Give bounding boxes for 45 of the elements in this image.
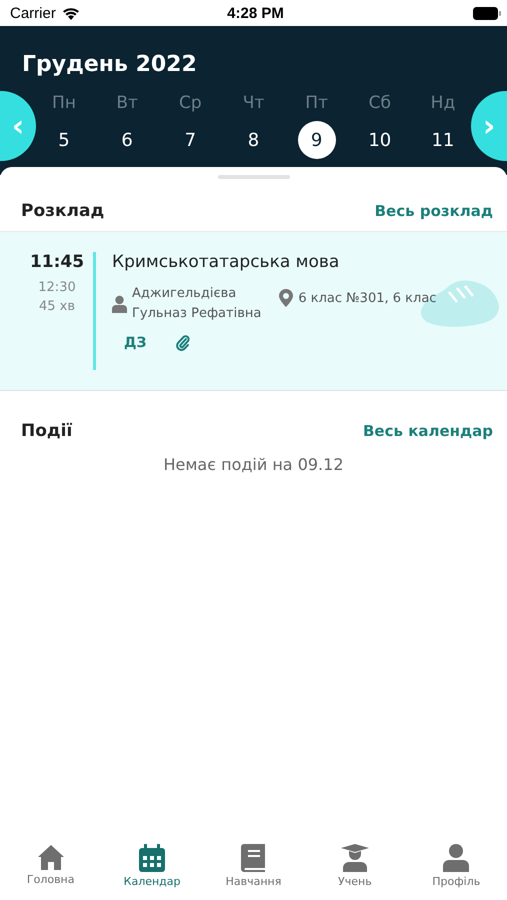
- empty-events-message: Немає подій на 09.12: [163, 455, 344, 474]
- date-button[interactable]: 8: [234, 121, 272, 159]
- weekday-label: Пт: [305, 93, 328, 113]
- weekday-label: Сб: [368, 93, 391, 113]
- battery-icon: [472, 6, 501, 20]
- location-pin-icon: [279, 289, 294, 307]
- weekday-label: Пн: [52, 93, 76, 113]
- person-icon: [112, 294, 127, 312]
- tab-bar-item[interactable]: Головна: [6, 844, 96, 886]
- month-title: Грудень 2022: [21, 52, 198, 77]
- date-button[interactable]: 10: [360, 121, 399, 159]
- lesson-card[interactable]: 11:45 12:30 45 хв Кримськотатарська мова Аджигельдієва Гульназ Рефатівна 6 клас №301, 6 клас ДЗ: [0, 232, 507, 390]
- date-button[interactable]: 5: [45, 121, 83, 159]
- carrier-label: Carrier: [10, 4, 56, 22]
- tab-bar-item[interactable]: Профіль: [411, 844, 502, 888]
- calendar-icon: [139, 844, 166, 872]
- homework-button[interactable]: ДЗ: [124, 335, 146, 351]
- section-title: Розклад: [21, 201, 104, 221]
- book-icon: [241, 844, 266, 872]
- date-button[interactable]: 9: [298, 121, 336, 159]
- wifi-icon: [62, 6, 80, 20]
- weekday-label: Вт: [116, 93, 138, 113]
- tab-bar-item[interactable]: Календар: [107, 844, 198, 888]
- date-button[interactable]: 7: [171, 121, 210, 159]
- end-time: 12:30: [38, 280, 76, 295]
- paperclip-icon[interactable]: [176, 335, 190, 351]
- weekday-label: Чт: [242, 93, 264, 113]
- tab-bar-item[interactable]: Учень: [310, 844, 400, 888]
- teacher-name: Аджигельдієва Гульназ Рефатівна: [132, 285, 262, 322]
- weekday-label: Ср: [178, 93, 202, 113]
- all-schedule-link[interactable]: Весь розклад: [374, 202, 493, 220]
- date-button[interactable]: 11: [424, 121, 462, 159]
- status-time: 4:28 PM: [227, 4, 284, 22]
- section-title: Події: [21, 421, 72, 441]
- subject-title: Кримськотатарська мова: [112, 252, 340, 272]
- profile-icon: [443, 844, 470, 872]
- all-calendar-link[interactable]: Весь календар: [362, 422, 493, 440]
- home-icon: [36, 844, 65, 870]
- weekday-label: Нд: [430, 93, 456, 113]
- date-button[interactable]: 6: [108, 121, 146, 159]
- duration-label: 45 хв: [38, 299, 76, 314]
- tab-bar-item[interactable]: Навчання: [208, 844, 298, 888]
- start-time: 11:45: [30, 252, 84, 272]
- student-icon: [340, 844, 369, 872]
- room-label: 6 клас №301, 6 клас: [298, 290, 436, 306]
